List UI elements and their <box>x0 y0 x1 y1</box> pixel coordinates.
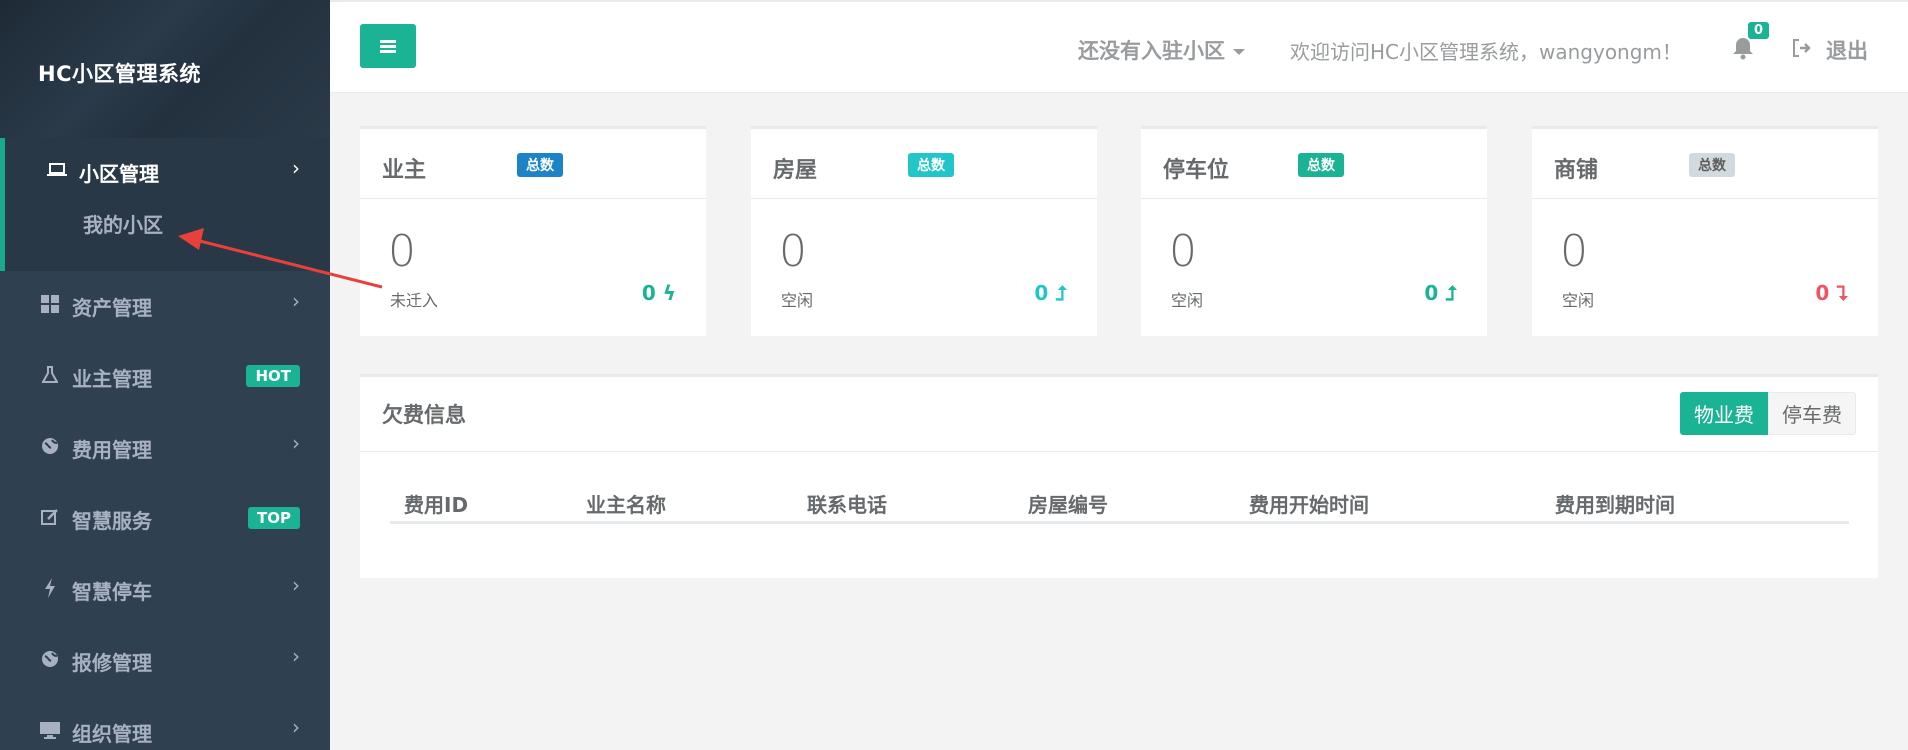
column-header: 费用到期时间 <box>1555 493 1675 517</box>
sidebar-item-label: 资产管理 <box>72 296 152 320</box>
welcome-text: 欢迎访问HC小区管理系统，wangyongm！ <box>1290 40 1682 64</box>
column-header: 联系电话 <box>807 493 887 517</box>
brand-title: HC小区管理系统 <box>38 62 201 86</box>
total-badge: 总数 <box>908 153 954 177</box>
chevron-right-icon: › <box>292 156 300 180</box>
total-badge: 总数 <box>1689 153 1735 177</box>
sidebar-item-label: 智慧服务 <box>72 509 152 533</box>
sidebar-subitem-my-community[interactable]: 我的小区 <box>0 207 330 271</box>
sidebar-header: HC小区管理系统 <box>0 0 330 138</box>
chevron-right-icon: › <box>292 431 300 455</box>
community-selector-label: 还没有入驻小区 <box>1078 39 1225 63</box>
logout-label: 退出 <box>1826 39 1868 63</box>
arrears-panel: 欠费信息 物业费 停车费 费用ID 业主名称 联系电话 房屋编号 费用开始时间 … <box>360 374 1878 578</box>
sidebar-item-organization[interactable]: 组织管理 › <box>0 697 330 750</box>
card-title: 房屋 <box>773 158 818 183</box>
flask-icon <box>38 366 62 389</box>
sidebar-item-fees[interactable]: 费用管理 › <box>0 413 330 484</box>
card-count: 0 <box>779 226 807 277</box>
card-title: 商铺 <box>1554 158 1599 183</box>
card-sub-label: 空闲 <box>781 291 814 310</box>
laptop-icon <box>45 162 69 183</box>
edit-icon <box>38 508 62 531</box>
card-stat: 0 ⮥ <box>1034 281 1067 305</box>
stat-card-shops: 商铺 总数 0 空闲 0 ⮧ <box>1532 126 1878 336</box>
sidebar-item-assets[interactable]: 资产管理 › <box>0 271 330 342</box>
top-navbar: 还没有入驻小区 欢迎访问HC小区管理系统，wangyongm！ 0 退出 <box>330 0 1908 93</box>
sidebar-item-label: 组织管理 <box>72 722 152 746</box>
top-badge: TOP <box>248 507 300 529</box>
stat-card-owners: 业主 总数 0 未迁入 0 ϟ <box>360 126 706 336</box>
card-title-bar: 房屋 总数 <box>751 129 1097 199</box>
sidebar-nav: 小区管理 › 我的小区 资产管理 › 业主管理 HOT 费用管理 › 智慧服务 … <box>0 138 330 750</box>
property-fee-button[interactable]: 物业费 <box>1680 392 1768 435</box>
bell-icon[interactable] <box>1732 36 1756 62</box>
menu-toggle-button[interactable] <box>360 24 416 68</box>
community-selector[interactable]: 还没有入驻小区 <box>1078 35 1245 65</box>
panel-title-bar: 欠费信息 物业费 停车费 <box>360 377 1878 452</box>
card-title-bar: 业主 总数 <box>360 129 706 199</box>
card-count: 0 <box>1560 226 1588 277</box>
card-sub-label: 空闲 <box>1562 291 1595 310</box>
total-badge: 总数 <box>1298 153 1344 177</box>
sidebar-item-community[interactable]: 小区管理 › <box>0 138 330 207</box>
sidebar: HC小区管理系统 小区管理 › 我的小区 资产管理 › 业主管理 HOT 费用管… <box>0 0 330 750</box>
sidebar-item-repairs[interactable]: 报修管理 › <box>0 626 330 697</box>
hamburger-icon <box>380 39 396 53</box>
stat-card-parking: 停车位 总数 0 空闲 0 ⮥ <box>1141 126 1487 336</box>
column-header: 费用ID <box>404 493 469 517</box>
column-header: 业主名称 <box>586 493 666 517</box>
sidebar-item-label: 业主管理 <box>72 367 152 391</box>
card-title-bar: 商铺 总数 <box>1532 129 1878 199</box>
chevron-right-icon: › <box>292 289 300 313</box>
globe-icon <box>38 437 62 460</box>
globe-icon <box>38 650 62 673</box>
card-stat: 0 ⮧ <box>1815 281 1848 305</box>
column-header: 房屋编号 <box>1028 493 1108 517</box>
card-count: 0 <box>1169 226 1197 277</box>
card-title-bar: 停车位 总数 <box>1141 129 1487 199</box>
sidebar-item-label: 报修管理 <box>72 651 152 675</box>
total-badge: 总数 <box>517 153 563 177</box>
card-sub-label: 未迁入 <box>390 291 439 310</box>
chevron-right-icon: › <box>292 573 300 597</box>
card-stat: 0 ⮥ <box>1424 281 1457 305</box>
card-title: 业主 <box>382 158 427 183</box>
card-sub-label: 空闲 <box>1171 291 1204 310</box>
bolt-icon <box>38 578 62 603</box>
table-header: 费用ID 业主名称 联系电话 房屋编号 费用开始时间 费用到期时间 <box>390 479 1849 524</box>
logout-button[interactable]: 退出 <box>1792 35 1868 65</box>
chevron-right-icon: › <box>292 715 300 739</box>
sidebar-item-label: 小区管理 <box>79 162 159 186</box>
card-count: 0 <box>388 226 416 277</box>
chevron-right-icon: › <box>292 644 300 668</box>
sidebar-item-label: 智慧停车 <box>72 580 152 604</box>
desktop-icon <box>38 721 62 744</box>
parking-fee-button[interactable]: 停车费 <box>1768 392 1856 435</box>
hot-badge: HOT <box>246 365 300 387</box>
caret-down-icon <box>1233 49 1245 55</box>
notification-count-badge: 0 <box>1748 22 1770 39</box>
panel-title: 欠费信息 <box>382 403 466 427</box>
stat-card-houses: 房屋 总数 0 空闲 0 ⮥ <box>751 126 1097 336</box>
sidebar-item-label: 费用管理 <box>72 438 152 462</box>
sidebar-item-smart-parking[interactable]: 智慧停车 › <box>0 555 330 626</box>
sidebar-item-smart-service[interactable]: 智慧服务 TOP <box>0 484 330 555</box>
fee-type-toggle: 物业费 停车费 <box>1680 392 1856 435</box>
card-stat: 0 ϟ <box>641 281 676 305</box>
sidebar-item-owners[interactable]: 业主管理 HOT <box>0 342 330 413</box>
sign-out-icon <box>1792 38 1812 62</box>
grid-icon <box>38 295 62 318</box>
column-header: 费用开始时间 <box>1249 493 1369 517</box>
card-title: 停车位 <box>1163 158 1230 183</box>
sidebar-subitem-label: 我的小区 <box>83 213 163 237</box>
